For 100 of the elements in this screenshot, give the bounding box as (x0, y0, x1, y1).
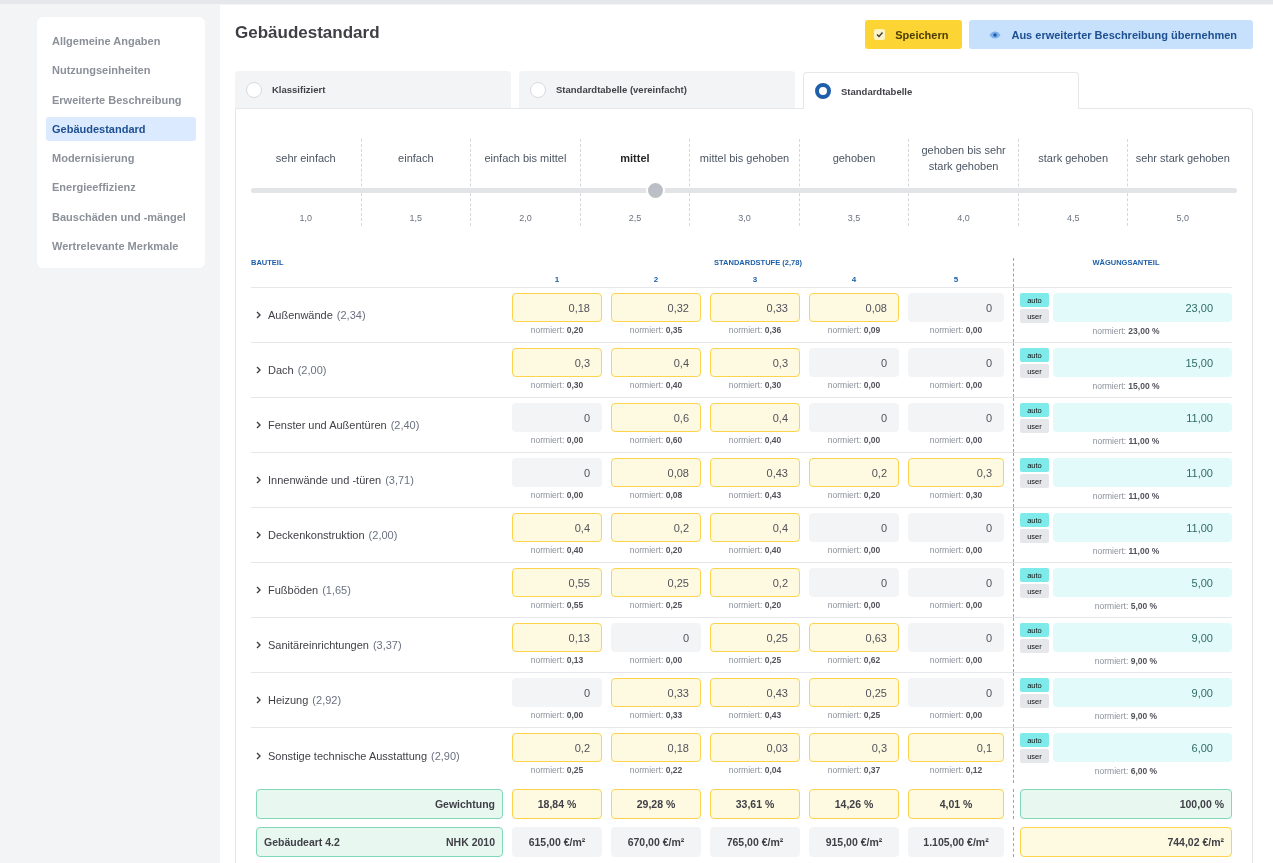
value-input[interactable]: 0 (908, 403, 1004, 432)
value-input[interactable]: 0,2 (710, 568, 800, 597)
value-input[interactable]: 0,4 (710, 403, 800, 432)
value-input[interactable]: 0 (908, 348, 1004, 377)
value-input[interactable]: 0,2 (809, 458, 899, 487)
normed-value: normiert: 0,00 (827, 545, 881, 555)
value-input[interactable]: 0,13 (512, 623, 602, 652)
value-input[interactable]: 0,33 (710, 293, 800, 322)
value-input[interactable]: 0,43 (710, 458, 800, 487)
value-input[interactable]: 0 (809, 403, 899, 432)
value-input[interactable]: 0 (809, 568, 899, 597)
normed-value: normiert: 0,20 (530, 325, 584, 335)
value-input[interactable]: 0,4 (512, 513, 602, 542)
value-input[interactable]: 0 (809, 513, 899, 542)
component-name: Fußböden (1,65) (268, 584, 351, 596)
scale-label: einfach (397, 151, 435, 167)
cost-total: 744,02 €/m² (1020, 827, 1232, 857)
value-input[interactable]: 0,03 (710, 733, 800, 762)
tab[interactable]: Standardtabelle (803, 72, 1079, 109)
radio-button[interactable] (815, 83, 831, 99)
value-input[interactable]: 0,08 (611, 458, 701, 487)
value-input[interactable]: 0 (611, 623, 701, 652)
component-name: Sonstige technische Ausstattung (2,90) (268, 749, 460, 762)
value-input[interactable]: 0,3 (512, 348, 602, 377)
value-input[interactable]: 0,18 (611, 733, 701, 762)
sidebar-item[interactable]: Gebäudestandard (46, 116, 196, 142)
weight-input[interactable]: 11,00 (1053, 458, 1232, 487)
save-button[interactable]: Speichern (865, 20, 963, 49)
value-input[interactable]: 0,43 (710, 678, 800, 707)
weight-input[interactable]: 6,00 (1053, 733, 1232, 762)
chevron-right-icon[interactable] (255, 311, 262, 319)
weight-input[interactable]: 9,00 (1053, 678, 1232, 707)
value-input[interactable]: 0,33 (611, 678, 701, 707)
weight-input[interactable]: 11,00 (1053, 403, 1232, 432)
value-input[interactable]: 0,25 (809, 678, 899, 707)
chevron-right-icon[interactable] (255, 366, 262, 374)
value-input[interactable]: 0 (512, 458, 602, 487)
value-input[interactable]: 0,55 (512, 568, 602, 597)
tab[interactable]: Standardtabelle (vereinfacht) (519, 71, 795, 108)
weight-input[interactable]: 23,00 (1053, 293, 1232, 322)
scale-label: mittel bis gehoben (698, 151, 791, 167)
tab[interactable]: Klassifiziert (235, 71, 511, 108)
weight-input[interactable]: 9,00 (1053, 623, 1232, 652)
scale-value: 3,0 (738, 213, 751, 223)
scale-label: gehoben bis sehr stark gehoben (920, 143, 1007, 174)
normed-value: normiert: 0,20 (728, 600, 782, 610)
value-input[interactable]: 0,3 (908, 458, 1004, 487)
value-input[interactable]: 0,2 (611, 513, 701, 542)
value-input[interactable]: 0 (908, 568, 1004, 597)
value-input[interactable]: 0,4 (710, 513, 800, 542)
scale-label: sehr stark gehoben (1134, 151, 1231, 167)
value-input[interactable]: 0 (908, 678, 1004, 707)
scale-label: gehoben (831, 151, 877, 167)
value-input[interactable]: 0,1 (908, 733, 1004, 762)
scale-label: sehr einfach (274, 151, 337, 167)
value-input[interactable]: 0,25 (710, 623, 800, 652)
normed-value: normiert: 0,43 (728, 710, 782, 720)
value-input[interactable]: 0,6 (611, 403, 701, 432)
value-input[interactable]: 0 (809, 348, 899, 377)
normed-value: normiert: 0,30 (728, 380, 782, 390)
chevron-right-icon[interactable] (255, 586, 262, 594)
scale-label: mittel (619, 151, 651, 167)
scale-value: 2,0 (519, 213, 532, 223)
weighting-total: 100,00 % (1020, 789, 1232, 819)
value-input[interactable]: 0 (512, 403, 602, 432)
chevron-right-icon[interactable] (255, 421, 262, 429)
scale-value: 3,5 (847, 213, 861, 223)
value-input[interactable]: 0,3 (710, 348, 800, 377)
value-input[interactable]: 0,32 (611, 293, 701, 322)
building-type: Gebäudeart 4.2 (264, 836, 340, 848)
value-input[interactable]: 0,4 (611, 348, 701, 377)
weight-input[interactable]: 5,00 (1053, 568, 1232, 597)
value-input[interactable]: 0 (908, 513, 1004, 542)
value-input[interactable]: 0 (908, 293, 1004, 322)
level-header: 1 (553, 275, 561, 286)
value-input[interactable]: 0,25 (611, 568, 701, 597)
weight-input[interactable]: 11,00 (1053, 513, 1232, 542)
normed-value: normiert: 0,20 (827, 490, 881, 500)
normed-weight: normiert: 15,00 % (1091, 381, 1161, 391)
normed-value: normiert: 0,04 (728, 765, 782, 775)
normed-value: normiert: 0,40 (629, 380, 683, 390)
value-input[interactable]: 0,18 (512, 293, 602, 322)
value-input[interactable]: 0,2 (512, 733, 602, 762)
value-input[interactable]: 0 (908, 623, 1004, 652)
chevron-right-icon[interactable] (255, 696, 262, 704)
normed-value: normiert: 0,00 (929, 435, 983, 445)
chevron-right-icon[interactable] (255, 476, 262, 484)
weighting-value: 29,28 % (611, 789, 701, 819)
chevron-right-icon[interactable] (255, 531, 262, 539)
normed-weight: normiert: 5,00 % (1093, 601, 1159, 611)
value-input[interactable]: 0,08 (809, 293, 899, 322)
chevron-right-icon[interactable] (255, 641, 262, 649)
import-button[interactable]: Aus erweiterter Beschreibung übernehmen (969, 20, 1253, 49)
normed-value: normiert: 0,00 (929, 545, 983, 555)
value-input[interactable]: 0,3 (809, 733, 899, 762)
value-input[interactable]: 0,63 (809, 623, 899, 652)
value-input[interactable]: 0 (512, 678, 602, 707)
weight-input[interactable]: 15,00 (1053, 348, 1232, 377)
slider-thumb[interactable] (646, 181, 666, 200)
chevron-right-icon[interactable] (255, 751, 262, 760)
